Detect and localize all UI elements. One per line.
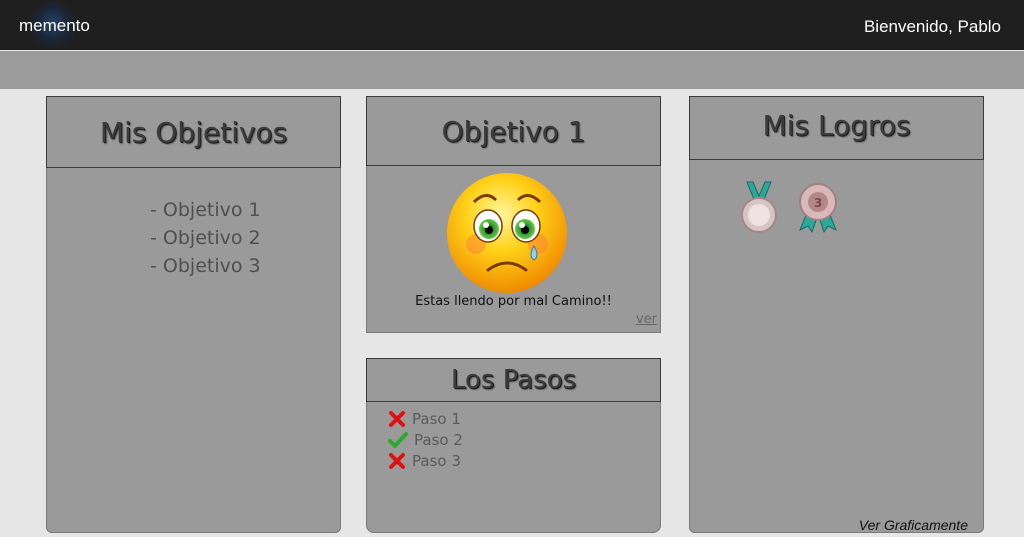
ver-link[interactable]: ver xyxy=(636,312,657,327)
step-item[interactable]: Paso 2 xyxy=(388,429,463,450)
objetivos-panel: Mis Objetivos - Objetivo 1 - Objetivo 2 … xyxy=(46,96,341,533)
welcome-message[interactable]: Bienvenido, Pablo xyxy=(864,17,1001,37)
cross-icon xyxy=(389,410,405,427)
check-icon xyxy=(388,431,408,448)
sub-toolbar xyxy=(0,51,1024,89)
objetivos-panel-title: Mis Objetivos xyxy=(46,96,341,168)
objetivos-title-text: Mis Objetivos xyxy=(99,115,288,149)
objetivo-detail-title: Objetivo 1 xyxy=(366,96,661,166)
step-label: Paso 2 xyxy=(414,430,463,449)
pasos-title-text: Los Pasos xyxy=(450,365,577,395)
silver-medal-icon[interactable] xyxy=(739,180,779,236)
ver-graficamente-link[interactable]: Ver Graficamente xyxy=(859,517,968,533)
status-message: Estas llendo por mal Camino!! xyxy=(415,294,612,309)
top-bar: memento Bienvenido, Pablo xyxy=(0,0,1024,50)
objetivo-title-text: Objetivo 1 xyxy=(441,114,586,148)
objetivo-item[interactable]: - Objetivo 2 xyxy=(150,224,261,252)
medal-label: 3 xyxy=(814,196,822,210)
cross-icon xyxy=(389,452,405,469)
pasos-panel: Los Pasos Paso 1 Paso 2 Paso 3 xyxy=(366,358,661,533)
step-label: Paso 1 xyxy=(412,409,461,428)
bronze-medal-icon[interactable]: 3 xyxy=(796,182,840,234)
objetivo-detail-panel: Objetivo 1 Estas llendo por mal Camino!!… xyxy=(366,96,661,333)
sad-face-icon xyxy=(447,173,567,293)
brand-name[interactable]: memento xyxy=(19,16,90,36)
logros-title-text: Mis Logros xyxy=(762,109,911,142)
logros-panel-title: Mis Logros xyxy=(689,96,984,160)
step-label: Paso 3 xyxy=(412,451,461,470)
logros-panel: Mis Logros 3 Ver Graficamente xyxy=(689,96,984,533)
pasos-panel-title: Los Pasos xyxy=(366,358,661,402)
step-item[interactable]: Paso 3 xyxy=(388,450,461,471)
step-item[interactable]: Paso 1 xyxy=(388,408,461,429)
objetivos-list: - Objetivo 1 - Objetivo 2 - Objetivo 3 xyxy=(150,196,261,280)
objetivo-item[interactable]: - Objetivo 1 xyxy=(150,196,261,224)
objetivo-item[interactable]: - Objetivo 3 xyxy=(150,252,261,280)
